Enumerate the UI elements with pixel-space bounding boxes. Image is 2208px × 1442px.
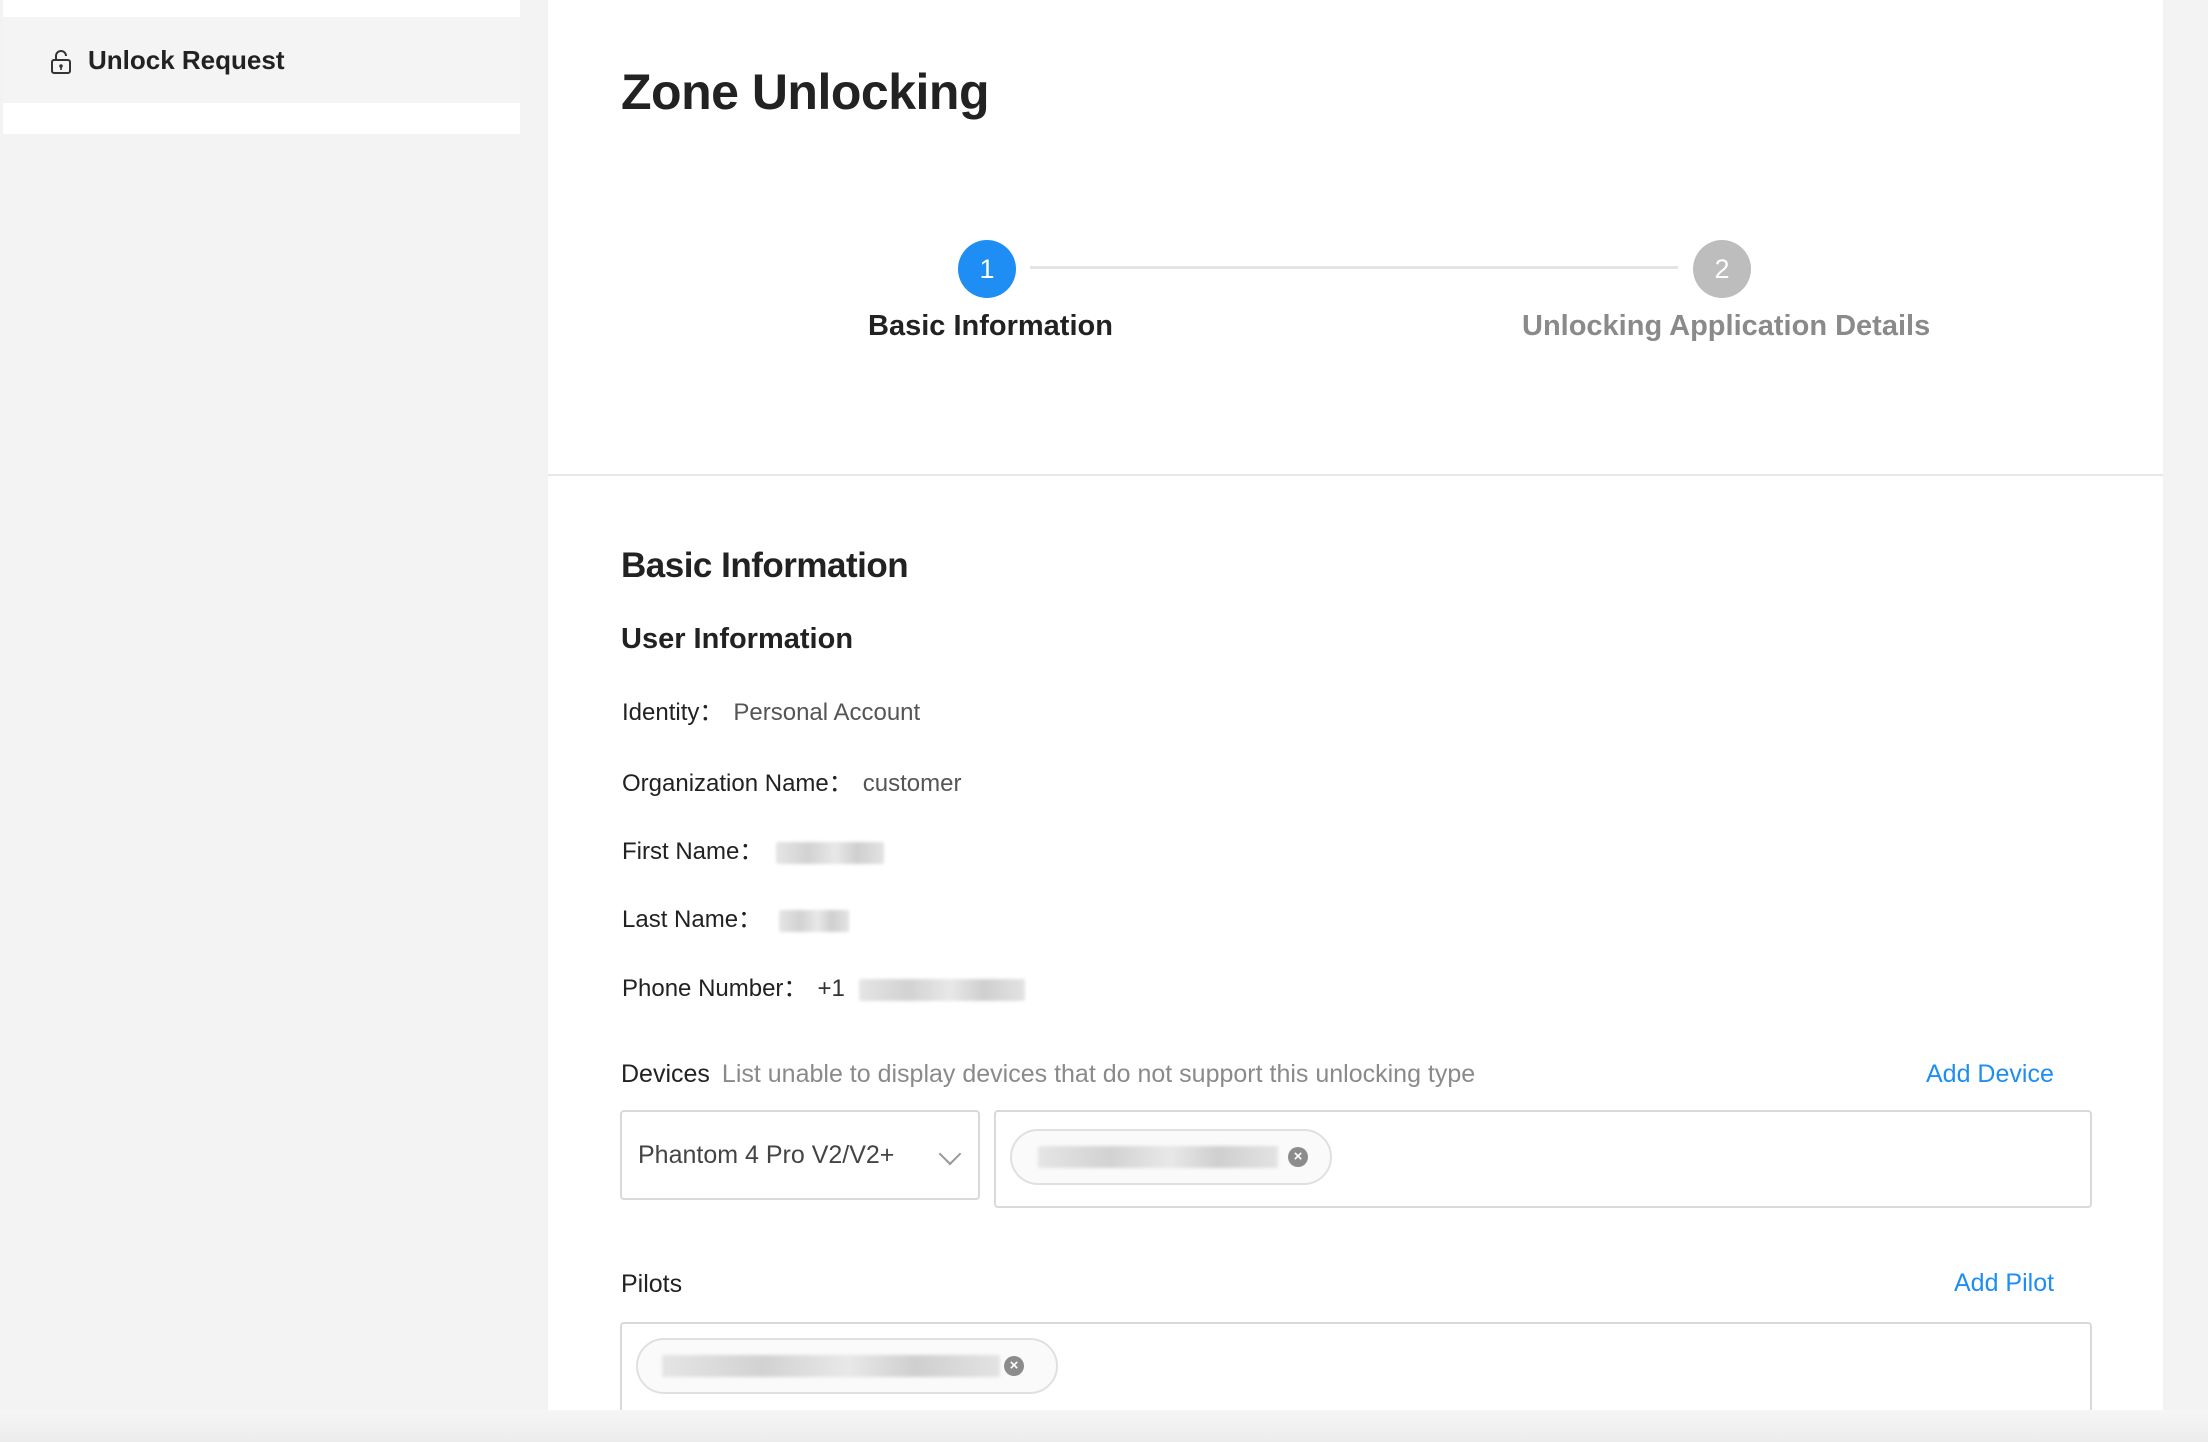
section-title: Basic Information — [621, 546, 909, 585]
section-divider — [548, 474, 2163, 476]
lock-icon — [51, 50, 71, 74]
organization-value: customer — [862, 770, 962, 797]
window-bottom-edge — [0, 1410, 2208, 1442]
last-name-field: Last Name： — [622, 904, 849, 936]
organization-field: Organization Name： customer — [622, 768, 961, 800]
first-name-label: First Name： — [622, 838, 764, 865]
devices-label: Devices List unable to display devices th… — [621, 1057, 1475, 1091]
device-serial-box[interactable]: × — [994, 1110, 2092, 1208]
sidebar-item-unlock-request[interactable]: Unlock Request — [3, 17, 520, 103]
sidebar: Unlock Request — [0, 0, 548, 1442]
identity-label: Identity： — [622, 699, 724, 726]
remove-pilot-icon[interactable]: × — [1004, 1356, 1024, 1376]
last-name-redacted — [778, 909, 849, 932]
pilot-redacted — [662, 1355, 1000, 1377]
add-pilot-link[interactable]: Add Pilot — [1954, 1266, 2054, 1300]
pilots-label: Pilots — [621, 1270, 683, 1298]
sidebar-item-label: Unlock Request — [88, 45, 285, 75]
device-serial-tag: × — [1010, 1129, 1332, 1185]
chevron-down-icon — [938, 1142, 962, 1166]
step-connector — [1030, 266, 1678, 269]
pilot-box[interactable]: × — [620, 1322, 2092, 1418]
identity-field: Identity： Personal Account — [622, 697, 920, 729]
phone-field: Phone Number： +1 — [622, 973, 1026, 1005]
user-info-title: User Information — [621, 623, 854, 655]
devices-title: Devices — [621, 1060, 710, 1088]
device-model-select[interactable]: Phantom 4 Pro V2/V2+ — [620, 1110, 980, 1200]
phone-label: Phone Number： — [622, 975, 808, 1002]
identity-value: Personal Account — [733, 699, 921, 726]
device-serial-redacted — [1038, 1146, 1278, 1168]
step-2-indicator: 2 — [1693, 240, 1751, 298]
step-1-indicator: 1 — [958, 240, 1016, 298]
phone-prefix: +1 — [817, 975, 845, 1002]
organization-label: Organization Name： — [622, 770, 853, 797]
first-name-redacted — [776, 841, 885, 864]
step-1-label: Basic Information — [868, 310, 1113, 342]
step-2-label: Unlocking Application Details — [1522, 310, 1931, 342]
phone-redacted — [859, 978, 1026, 1001]
add-device-link[interactable]: Add Device — [1926, 1057, 2054, 1091]
device-model-value: Phantom 4 Pro V2/V2+ — [638, 1141, 895, 1169]
main-panel: Zone Unlocking 1 2 Basic Information Unl… — [548, 0, 2163, 1442]
devices-hint: List unable to display devices that do n… — [721, 1060, 1476, 1088]
page-title: Zone Unlocking — [621, 64, 990, 120]
remove-device-icon[interactable]: × — [1288, 1147, 1308, 1167]
first-name-field: First Name： — [622, 836, 885, 868]
pilot-tag: × — [636, 1338, 1058, 1394]
last-name-label: Last Name： — [622, 906, 763, 933]
